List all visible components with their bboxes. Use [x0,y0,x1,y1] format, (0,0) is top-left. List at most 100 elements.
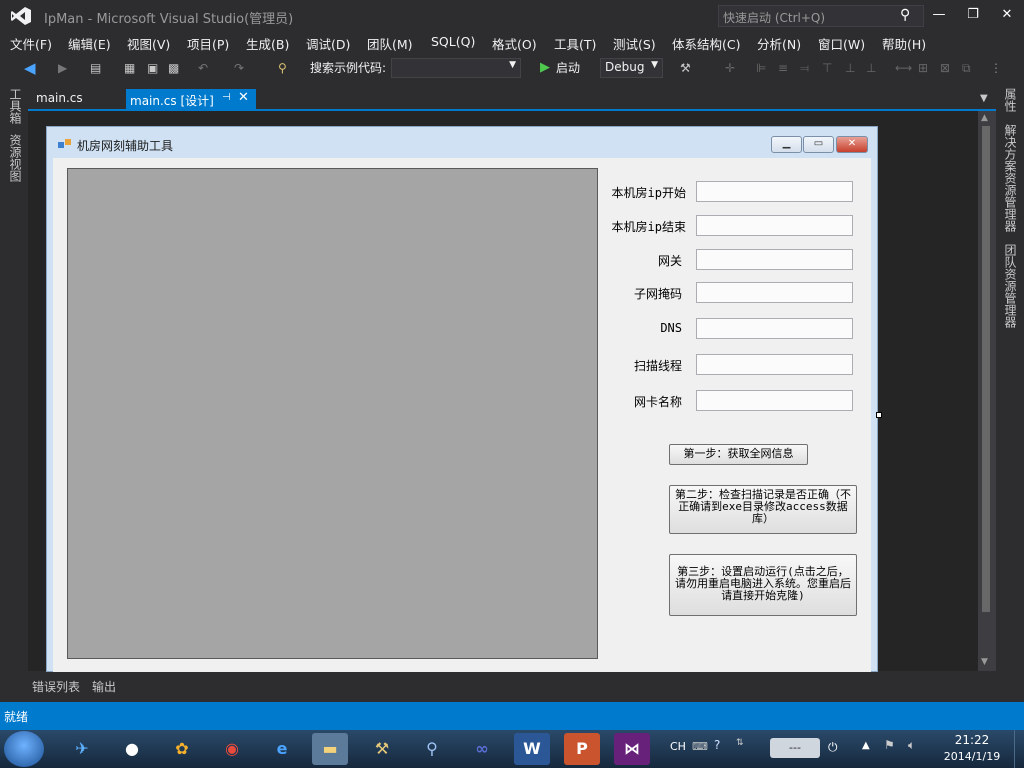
back-icon[interactable]: ◀ [24,59,36,77]
menu-format[interactable]: 格式(O) [492,34,537,53]
align-bottom-icon[interactable]: ⊥ [866,59,876,77]
internet-explorer-icon[interactable]: e [264,733,300,765]
form-maximize-button[interactable]: ▭ [803,136,834,153]
menu-tools[interactable]: 工具(T) [554,34,596,53]
gift-app-icon[interactable]: ✿ [164,733,200,765]
search-app-icon[interactable]: ⚲ [414,733,450,765]
maximize-button[interactable]: ❐ [958,4,988,26]
config-select[interactable]: Debug ▼ [600,58,663,78]
form-close-button[interactable]: ✕ [836,136,868,153]
menu-analyze[interactable]: 分析(N) [757,34,801,53]
menu-team[interactable]: 团队(M) [367,34,413,53]
start-button[interactable]: 启动 [556,59,580,77]
align-center-icon[interactable]: ≡ [778,59,788,77]
dns-input[interactable] [696,318,853,339]
ip-end-input[interactable] [696,215,853,236]
team-explorer-tab[interactable]: 团队资源管理器 [1002,244,1019,328]
tab-main-cs[interactable]: main.cs [30,89,120,109]
solution-explorer-tab[interactable]: 解决方案资源管理器 [1002,124,1019,232]
menu-architecture[interactable]: 体系结构(C) [672,34,740,53]
explorer-folder-icon[interactable]: ▬ [312,733,348,765]
powerpoint-icon[interactable]: P [564,733,600,765]
resource-view-tab[interactable]: 资源视图 [7,134,24,182]
size-icon[interactable]: ⊞ [918,59,928,77]
close-button[interactable]: ✕ [992,4,1022,26]
tab-dropdown-icon[interactable]: ▼ [980,93,988,104]
align-left-icon[interactable]: ⊫ [756,59,766,77]
align-middle-icon[interactable]: ⊥ [845,59,855,77]
toolbox-tab[interactable]: 工具箱 [7,88,24,124]
picture-box[interactable] [67,168,598,659]
save-all-icon[interactable]: ▩ [168,59,179,77]
menu-view[interactable]: 视图(V) [127,34,170,53]
nic-name-input[interactable] [696,390,853,411]
menu-test[interactable]: 测试(S) [613,34,656,53]
tools-app-icon[interactable]: ⚒ [364,733,400,765]
order-icon[interactable]: ⧉ [962,59,971,77]
power-plug-icon[interactable]: ⏻ [828,740,838,755]
gateway-input[interactable] [696,249,853,270]
tab-main-cs-design[interactable]: main.cs [设计] ⊣ ✕ [126,89,256,110]
scrollbar-thumb[interactable] [982,126,990,612]
search-example-combo[interactable]: ▼ [391,58,521,78]
grid-icon[interactable]: ⊠ [940,59,950,77]
subnet-mask-input[interactable] [696,282,853,303]
start-icon[interactable]: ▶ [540,59,550,77]
scroll-up-icon[interactable]: ▲ [981,113,988,123]
pin-icon[interactable]: ⊣ [222,92,231,103]
quick-launch-input[interactable]: 快速启动 (Ctrl+Q) [718,5,924,27]
help-icon[interactable]: ? [714,738,720,752]
show-desktop-button[interactable] [1014,730,1024,768]
ime-options-icon[interactable]: ⇅ [736,738,744,748]
scroll-down-icon[interactable]: ▼ [981,657,988,667]
search-icon[interactable]: ⚲ [900,7,918,25]
toolbar-overflow-icon[interactable]: ⋮ [990,59,1002,77]
menu-sql[interactable]: SQL(Q) [431,34,475,49]
clock-time[interactable]: 21:22 [948,733,996,747]
error-list-tab[interactable]: 错误列表 [32,678,80,695]
properties-tab[interactable]: 属性 [1002,88,1019,112]
menu-window[interactable]: 窗口(W) [818,34,865,53]
align-right-icon[interactable]: ⫤ [800,59,809,77]
step2-button[interactable]: 第二步：检查扫描记录是否正确（不正确请到exe目录修改access数据库） [669,485,857,534]
tray-expand-icon[interactable]: ▲ [862,740,870,751]
menu-project[interactable]: 项目(P) [187,34,229,53]
scan-threads-input[interactable] [696,354,853,375]
start-orb-icon[interactable] [4,731,44,767]
spacing-icon[interactable]: ⟷ [895,59,912,77]
close-tab-icon[interactable]: ✕ [238,90,249,105]
chrome-icon[interactable]: ◉ [214,733,250,765]
find-icon[interactable]: ⚲ [278,59,287,77]
open-file-icon[interactable]: ▦ [124,59,135,77]
word-icon[interactable]: W [514,733,550,765]
new-project-icon[interactable]: ▤ [90,59,101,77]
output-tab[interactable]: 输出 [92,678,116,695]
save-icon[interactable]: ▣ [147,59,158,77]
bird-app-icon[interactable]: ✈ [64,733,100,765]
undo-icon[interactable]: ↶ [198,59,208,77]
qq-icon[interactable]: ● [114,733,150,765]
menu-debug[interactable]: 调试(D) [306,34,350,53]
menu-build[interactable]: 生成(B) [246,34,289,53]
keyboard-icon[interactable]: ⌨ [692,740,708,753]
step3-button[interactable]: 第三步：设置启动运行(点击之后，请勿用重启电脑进入系统。您重启后请直接开始克隆) [669,554,857,616]
network-icon[interactable]: ⚑ [884,738,895,752]
infinity-app-icon[interactable]: ∞ [464,733,500,765]
visual-studio-taskbar-icon[interactable]: ⋈ [614,733,650,765]
minimize-button[interactable]: — [924,4,954,26]
ip-start-input[interactable] [696,181,853,202]
volume-icon[interactable]: 🔈︎ [908,738,915,753]
redo-icon[interactable]: ↷ [234,59,244,77]
attach-icon[interactable]: ⚒ [680,59,691,77]
menu-file[interactable]: 文件(F) [10,34,52,53]
menu-edit[interactable]: 编辑(E) [68,34,111,53]
clock-date[interactable]: 2014/1/19 [940,750,1004,763]
form-minimize-button[interactable]: ▁ [771,136,802,153]
step1-button[interactable]: 第一步：获取全网信息 [669,444,808,465]
align-top-icon[interactable]: ⊤ [822,59,832,77]
pointer-icon[interactable]: ✛ [725,59,735,77]
ime-box[interactable]: --- [770,738,820,758]
forward-icon[interactable]: ▶ [58,59,67,77]
resize-handle[interactable] [876,412,882,418]
input-language[interactable]: CH [670,740,686,753]
